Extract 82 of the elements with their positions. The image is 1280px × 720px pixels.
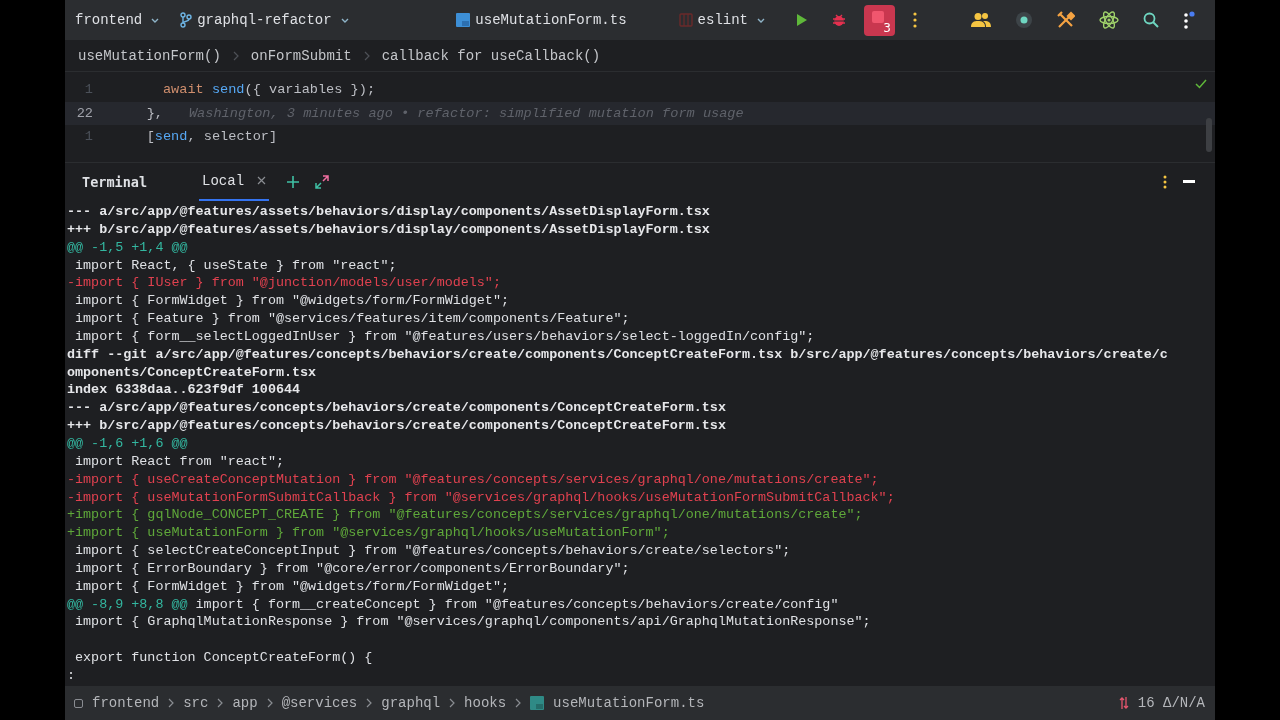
- terminal-line: omponents/ConceptCreateForm.tsx: [67, 363, 318, 382]
- search-icon: [1143, 12, 1159, 28]
- checkmark-icon: [1195, 79, 1207, 89]
- scrollbar-thumb[interactable]: [1206, 118, 1212, 152]
- project-dropdown[interactable]: frontend: [71, 8, 165, 32]
- code-line: },: [145, 105, 163, 121]
- terminal-line: :: [67, 666, 77, 685]
- chevron-right-icon: [366, 698, 373, 708]
- people-icon: [971, 12, 991, 28]
- code-line: [send, selector]: [145, 129, 278, 145]
- path-segment[interactable]: useMutationForm.ts: [553, 695, 705, 711]
- tools-icon: [1057, 11, 1075, 29]
- plus-icon: [287, 175, 300, 188]
- terminal-line: import { ErrorBoundary } from "@core/error/components/ErrorBoundary";: [74, 559, 631, 578]
- terminal-line: import { selectCreateConceptInput } from "@features/concepts/behaviors/create/selectors";: [74, 542, 792, 560]
- path-segment[interactable]: frontend: [92, 695, 160, 711]
- sync-arrows-icon: [1118, 696, 1129, 710]
- terminal-line: --- a/src/app/@features/concepts/behaviors/create/components/ConceptCreateForm.tsx: [67, 399, 727, 418]
- terminal-line: diff --git a/src/app/@features/concepts/behaviors/create/components/ConceptCreateForm.tsx b/src/app/@features/concepts/behaviors/create/c: [67, 345, 1169, 364]
- play-icon: [796, 13, 808, 27]
- expand-icon: [315, 174, 330, 189]
- terminal-line: import React, { useState } from "react";: [74, 256, 398, 275]
- terminal-line: import { FormWidget } from "@widgets/form/FormWidget";: [74, 292, 510, 311]
- chevron-right-icon: [168, 698, 175, 708]
- terminal-line: @@ -1,5 +1,4 @@: [67, 238, 189, 257]
- close-icon: [257, 176, 267, 185]
- terminal-line: -import { useCreateConceptMutation } from "@features/concepts/services/graphql/one/mutations/create";: [67, 470, 880, 489]
- chevron-right-icon: [363, 50, 370, 61]
- run-configuration-dropdown[interactable]: eslint: [674, 8, 770, 32]
- minimize-icon: [1183, 180, 1195, 183]
- terminal-line: +++ b/src/app/@features/assets/behaviors/display/components/AssetDisplayForm.tsx: [67, 220, 711, 239]
- stop-icon: [871, 11, 884, 23]
- terminal-line: import { Feature } from "@services/features/item/components/Feature";: [74, 310, 631, 328]
- inline-blame-annotation: Washington, 3 minutes ago • refactor: simplified mutation form usage: [188, 105, 744, 121]
- terminal-line: index 6338daa..623f9df 100644: [67, 381, 302, 400]
- stop-count: 3: [883, 20, 891, 35]
- kebab-menu-icon: [913, 12, 917, 28]
- bug-icon: [832, 13, 846, 27]
- terminal-line: import { FormWidget } from "@widgets/form/FormWidget";: [74, 577, 510, 596]
- typescript-file-icon: [456, 13, 471, 27]
- atom-icon: [1099, 10, 1119, 30]
- terminal-line: +import { useMutationForm } from "@services/graphql/hooks/useMutationForm";: [67, 524, 671, 543]
- typescript-file-icon: [530, 696, 545, 710]
- line-number: 22: [75, 105, 93, 121]
- terminal-line: import React from "react";: [74, 452, 285, 471]
- breadcrumb-item[interactable]: callback for useCallback(): [381, 47, 601, 64]
- branch-icon: [180, 12, 193, 28]
- path-segment[interactable]: @services: [281, 695, 358, 711]
- branch-dropdown[interactable]: graphql-refactor: [176, 8, 354, 32]
- breadcrumb-item[interactable]: useMutationForm(): [78, 47, 221, 64]
- path-segment[interactable]: app: [232, 695, 258, 711]
- terminal-line: --- a/src/app/@features/assets/behaviors/display/components/AssetDisplayForm.tsx: [67, 203, 711, 221]
- chevron-right-icon: [217, 698, 224, 708]
- module-icon: [74, 698, 83, 708]
- terminal-line: +++ b/src/app/@features/concepts/behaviors/create/components/ConceptCreateForm.tsx: [67, 417, 727, 435]
- vcs-status[interactable]: 16 Δ/N/A: [1137, 695, 1205, 711]
- path-segment[interactable]: hooks: [464, 695, 507, 711]
- terminal-line: -import { useMutationFormSubmitCallback } from "@services/graphql/hooks/useMutationFormSubmitCallback";: [67, 488, 896, 507]
- path-segment[interactable]: src: [183, 695, 209, 711]
- ring-icon: [1015, 11, 1033, 29]
- stop-button[interactable]: 3: [864, 4, 895, 36]
- chevron-right-icon: [515, 698, 522, 708]
- tool-window-title: Terminal: [82, 173, 148, 190]
- terminal-line: @@ -1,6 +1,6 @@: [67, 434, 189, 453]
- terminal-line: -import { IUser } from "@junction/models/user/models";: [67, 274, 502, 293]
- terminal-tab[interactable]: Local: [199, 162, 270, 201]
- breadcrumb-item[interactable]: onFormSubmit: [250, 47, 352, 64]
- file-tab[interactable]: useMutationForm.ts: [452, 8, 631, 32]
- terminal-line: +import { gqlNode_CONCEPT_CREATE } from "@features/concepts/services/graphql/one/mutations/create";: [67, 506, 864, 525]
- terminal-line: import { GraphqlMutationResponse } from "@services/graphql/components/api/GraphqlMutationResponse";: [74, 613, 872, 632]
- terminal-line: import { form__selectLoggedInUser } from "@features/users/behaviors/select-loggedIn/config";: [74, 327, 816, 346]
- kebab-menu-icon: [1183, 11, 1195, 29]
- path-segment[interactable]: graphql: [381, 695, 441, 711]
- code-line: await send({ variables });: [161, 82, 376, 98]
- terminal-line: export function ConceptCreateForm() {: [74, 649, 374, 667]
- terminal-line: import { form__createConcept } from "@features/concepts/behaviors/create/config": [194, 596, 839, 612]
- kebab-menu-icon: [1163, 174, 1167, 189]
- config-icon: [678, 13, 693, 27]
- chevron-right-icon: [266, 698, 273, 708]
- chevron-right-icon: [449, 698, 456, 708]
- chevron-right-icon: [232, 50, 239, 61]
- terminal-line: @@ -8,9 +8,8 @@: [67, 596, 188, 612]
